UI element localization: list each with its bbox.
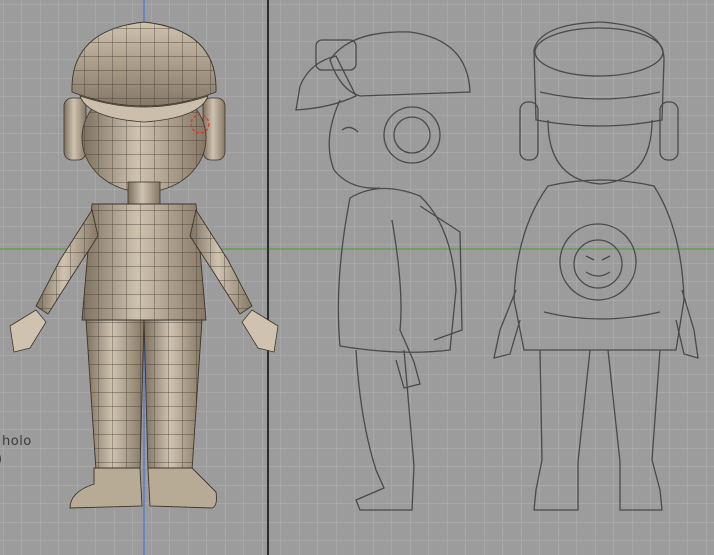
3d-viewport[interactable]: holo ) bbox=[0, 0, 714, 555]
object-label: holo bbox=[2, 434, 32, 449]
object-label-fragment: ) bbox=[0, 452, 2, 467]
viewport-canvas[interactable] bbox=[0, 0, 714, 555]
